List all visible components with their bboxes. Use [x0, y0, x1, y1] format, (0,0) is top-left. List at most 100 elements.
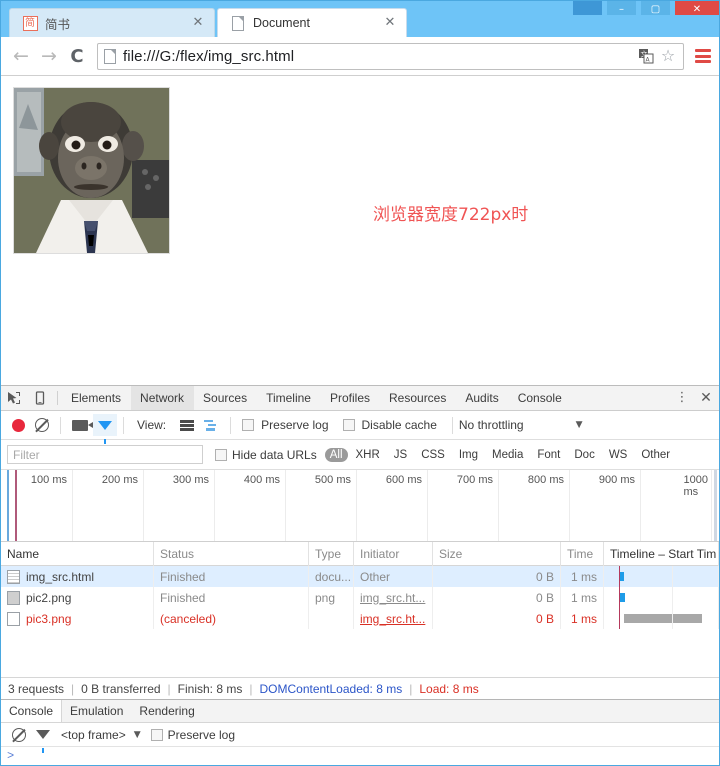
request-name: pic2.png [26, 590, 72, 605]
type-filter-font[interactable]: Font [531, 448, 566, 462]
cell-initiator[interactable]: img_src.ht... [354, 587, 433, 608]
cell-timeline [604, 608, 719, 629]
resource-type-filters: All XHR JS CSS Img Media Font Doc WS Oth… [324, 447, 678, 462]
inspect-element-icon[interactable] [1, 386, 27, 410]
overview-scroll-handle[interactable] [714, 470, 717, 541]
devtools-more-icon[interactable]: ⋮ [671, 391, 693, 404]
console-prompt[interactable]: > [1, 747, 719, 765]
browser-tab-jianshu[interactable]: 简 简书 ✕ [9, 8, 215, 37]
devtools-drawer: Console Emulation Rendering <top frame> … [1, 699, 719, 765]
column-header-name[interactable]: Name [1, 541, 154, 566]
forward-arrow-icon[interactable]: → [35, 42, 63, 70]
chrome-menu-icon[interactable] [693, 48, 713, 64]
throttling-select[interactable]: No throttling ▼ [459, 418, 713, 432]
devtools-tab-console[interactable]: Console [509, 386, 572, 410]
clear-console-icon[interactable] [7, 724, 31, 746]
device-toolbar-icon[interactable] [27, 386, 53, 410]
preserve-log-checkbox[interactable]: Preserve log [237, 414, 337, 436]
execution-context-value[interactable]: <top frame> [61, 728, 126, 742]
drawer-tab-bar: Console Emulation Rendering [1, 700, 719, 723]
disable-cache-checkbox[interactable]: Disable cache [338, 414, 446, 436]
record-button[interactable] [7, 414, 30, 436]
devtools-tab-resources[interactable]: Resources [380, 386, 456, 410]
filter-funnel-icon[interactable] [31, 724, 55, 753]
initiator-link[interactable]: img_src.ht... [360, 591, 425, 605]
back-arrow-icon[interactable]: ← [7, 42, 35, 70]
list-view-icon[interactable] [175, 414, 199, 436]
table-row[interactable]: pic2.png Finished png img_src.ht... 0 B … [1, 587, 719, 608]
translate-icon[interactable]: 文 A [635, 48, 657, 64]
type-filter-all[interactable]: All [324, 447, 348, 462]
devtools-tab-audits[interactable]: Audits [456, 386, 508, 410]
minimize-button[interactable]: – [607, 1, 636, 15]
maximize-button[interactable]: ▢ [641, 1, 670, 15]
devtools-tab-profiles[interactable]: Profiles [321, 386, 380, 410]
drawer-tab-rendering[interactable]: Rendering [131, 700, 202, 722]
type-filter-doc[interactable]: Doc [568, 448, 600, 462]
table-row[interactable]: pic3.png (canceled) img_src.ht... 0 B 1 … [1, 608, 719, 629]
filter-funnel-icon[interactable] [93, 414, 117, 444]
page-viewport: 浏览器宽度722px时 [1, 76, 719, 386]
tab-close-icon[interactable]: ✕ [190, 15, 206, 31]
address-bar-input[interactable]: file:///G:/flex/img_src.html [123, 48, 635, 65]
cell-initiator[interactable]: img_src.ht... [354, 608, 433, 629]
cell-name[interactable]: pic2.png [1, 587, 154, 608]
drawer-preserve-log-checkbox[interactable]: Preserve log [150, 728, 235, 742]
chevron-down-icon: ▼ [575, 420, 583, 430]
cell-type [309, 608, 354, 629]
overview-tick-600: 600 ms [385, 474, 422, 486]
finish-time: Finish: 8 ms [177, 681, 243, 696]
waterfall-view-icon[interactable] [199, 414, 224, 436]
bookmark-star-icon[interactable]: ☆ [657, 48, 679, 64]
reload-icon[interactable]: C [63, 42, 91, 70]
checkbox-box [215, 448, 227, 461]
column-header-timeline[interactable]: Timeline – Start Tim [604, 541, 719, 566]
browser-tab-document[interactable]: Document ✕ [217, 8, 407, 37]
column-header-initiator[interactable]: Initiator [354, 541, 433, 566]
request-name: pic3.png [26, 611, 72, 626]
devtools-tab-timeline[interactable]: Timeline [257, 386, 321, 410]
tab-close-icon[interactable]: ✕ [382, 15, 398, 31]
overview-tick-300: 300 ms [172, 474, 209, 486]
type-filter-js[interactable]: JS [388, 448, 413, 462]
initiator-link[interactable]: img_src.ht... [360, 612, 425, 626]
network-overview[interactable]: 100 ms 200 ms 300 ms 400 ms 500 ms 600 m… [1, 470, 719, 542]
devtools-tab-bar: Elements Network Sources Timeline Profil… [1, 386, 719, 411]
filter-input[interactable] [7, 445, 203, 464]
image-file-icon [7, 590, 20, 605]
chevron-down-icon[interactable]: ▼ [134, 730, 141, 740]
transferred-size: 0 B transferred [81, 681, 161, 696]
type-filter-img[interactable]: Img [453, 448, 484, 462]
chimpanzee-image [13, 87, 170, 254]
page-info-icon[interactable] [104, 48, 116, 64]
close-window-button[interactable]: ✕ [675, 1, 719, 15]
pin-window-button[interactable] [573, 1, 602, 15]
table-row[interactable]: img_src.html Finished docu... Other 0 B … [1, 566, 719, 587]
drawer-tab-emulation[interactable]: Emulation [62, 700, 131, 722]
type-filter-ws[interactable]: WS [603, 448, 634, 462]
drawer-tab-console[interactable]: Console [1, 700, 63, 722]
camera-icon[interactable] [67, 414, 93, 436]
type-filter-other[interactable]: Other [635, 448, 676, 462]
address-bar[interactable]: file:///G:/flex/img_src.html 文 A ☆ [97, 42, 684, 70]
devtools-tab-sources[interactable]: Sources [194, 386, 257, 410]
title-bar: 简 简书 ✕ Document ✕ – ▢ ✕ [1, 1, 719, 37]
page-heading: 浏览器宽度722px时 [373, 205, 529, 225]
column-header-status[interactable]: Status [154, 541, 309, 566]
hide-data-urls-checkbox[interactable]: Hide data URLs [215, 448, 317, 462]
navigation-bar: ← → C file:///G:/flex/img_src.html 文 A ☆ [1, 37, 719, 76]
cell-name[interactable]: pic3.png [1, 608, 154, 629]
status-separator: | [71, 681, 75, 696]
column-header-time[interactable]: Time [561, 541, 604, 566]
clear-button[interactable] [30, 414, 54, 436]
type-filter-media[interactable]: Media [486, 448, 529, 462]
column-header-type[interactable]: Type [309, 541, 354, 566]
overview-tick-100: 100 ms [30, 474, 67, 486]
devtools-close-icon[interactable]: ✕ [693, 390, 719, 406]
type-filter-xhr[interactable]: XHR [350, 448, 386, 462]
devtools-tab-network[interactable]: Network [131, 386, 195, 410]
cell-name[interactable]: img_src.html [1, 566, 154, 587]
column-header-size[interactable]: Size [433, 541, 561, 566]
type-filter-css[interactable]: CSS [415, 448, 451, 462]
devtools-tab-elements[interactable]: Elements [62, 386, 131, 410]
